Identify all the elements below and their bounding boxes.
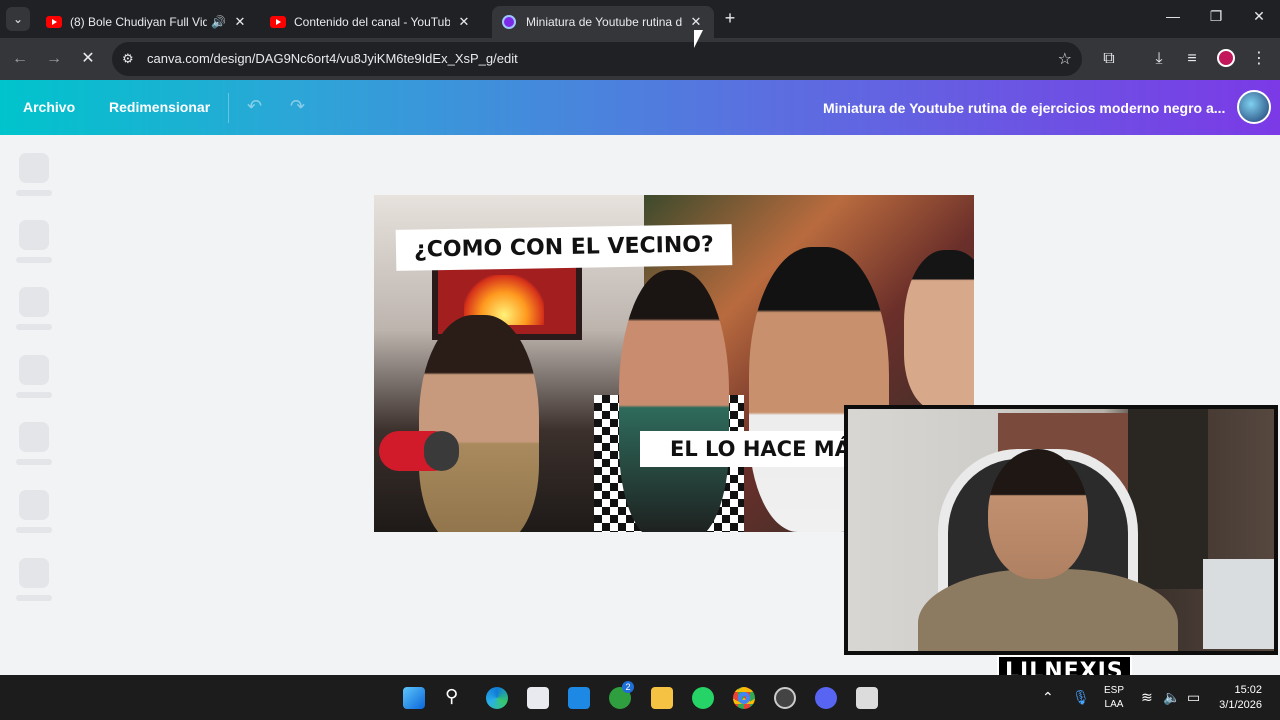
download-icon[interactable]: ⤓ <box>1147 48 1171 70</box>
windows-start-icon[interactable] <box>403 687 425 709</box>
youtube-icon <box>270 16 286 28</box>
canva-header: Archivo Redimensionar ↶ ↷ Miniatura de Y… <box>0 80 1280 135</box>
tab-strip: ⌄ (8) Bole Chudiyan Full Videc 🔊 ✕ Conte… <box>0 0 1280 38</box>
youtube-icon <box>46 16 62 28</box>
taskbar: ⚲ 2 ⌃ 🎙 ESP LAA ≋ 🔈 ▭ 15:02 3/1/2026 <box>0 675 1280 720</box>
menu-archivo[interactable]: Archivo <box>23 99 75 115</box>
sidebar-skeleton-icon <box>19 490 49 520</box>
mouse-cursor <box>694 30 703 48</box>
person-right-image <box>904 250 974 410</box>
sidebar-skeleton-label <box>16 595 52 601</box>
app-blue-icon[interactable] <box>568 687 590 709</box>
battery-icon[interactable]: ▭ <box>1187 689 1200 706</box>
header-divider <box>228 93 229 123</box>
url-text[interactable]: canva.com/design/DAG9Nc6ort4/vu8JyiKM6te… <box>147 51 518 66</box>
sidebar-skeleton-label <box>16 527 52 533</box>
microphone-icon[interactable]: 🎙 <box>1072 689 1090 706</box>
caption-top[interactable]: ¿COMO CON EL VECINO? <box>395 224 733 271</box>
redo-icon[interactable]: ↷ <box>290 96 305 117</box>
close-window-icon[interactable]: ✕ <box>1244 8 1274 25</box>
time-text: 15:02 <box>1234 684 1262 696</box>
address-bar[interactable]: ⚙ canva.com/design/DAG9Nc6ort4/vu8JyiKM6… <box>112 42 1082 76</box>
clock[interactable]: 15:02 3/1/2026 <box>1219 683 1262 713</box>
minimize-icon[interactable]: — <box>1158 8 1188 24</box>
design-title[interactable]: Miniatura de Youtube rutina de ejercicio… <box>823 100 1225 116</box>
media-control-icon[interactable]: ≡ <box>1180 48 1204 70</box>
tab-title: (8) Bole Chudiyan Full Videc <box>70 15 208 29</box>
user-avatar[interactable] <box>1237 90 1271 124</box>
sidebar-skeleton-label <box>16 459 52 465</box>
sidebar-skeleton-icon <box>19 153 49 183</box>
restore-icon[interactable]: ❐ <box>1201 8 1231 25</box>
edge-icon[interactable] <box>486 687 508 709</box>
forward-arrow-icon[interactable]: → <box>42 48 66 70</box>
extensions-icon[interactable]: ⧉ <box>1097 48 1121 70</box>
new-tab-button[interactable]: + <box>720 8 740 29</box>
sidebar-skeleton-label <box>16 392 52 398</box>
microphone-cap <box>424 431 459 471</box>
notification-badge: 2 <box>622 681 634 693</box>
bookmark-star-icon[interactable]: ☆ <box>1058 49 1072 69</box>
webcam-overlay <box>844 405 1278 655</box>
sidebar-skeleton-icon <box>19 558 49 588</box>
date-text: 3/1/2026 <box>1219 699 1262 711</box>
stop-loading-icon[interactable]: ✕ <box>76 48 100 70</box>
streamer-body <box>918 569 1178 651</box>
obs-icon[interactable] <box>774 687 796 709</box>
person-left-image <box>419 315 539 532</box>
speaker-icon[interactable]: 🔊 <box>211 15 226 29</box>
caption-bottom[interactable]: EL LO HACE MÁ <box>640 431 863 467</box>
search-icon[interactable]: ⚲ <box>445 686 458 707</box>
undo-icon[interactable]: ↶ <box>247 96 262 117</box>
tab-title: Miniatura de Youtube rutina de <box>526 15 682 29</box>
sidebar-skeleton-icon <box>19 287 49 317</box>
language-indicator[interactable]: ESP LAA <box>1100 684 1128 712</box>
tab-contenido-canal[interactable]: Contenido del canal - YouTube ✕ <box>260 6 482 38</box>
more-menu-icon[interactable]: ⋮ <box>1247 48 1271 70</box>
menu-redimensionar[interactable]: Redimensionar <box>109 99 210 115</box>
sidebar-skeleton-label <box>16 190 52 196</box>
tab-bole-chudiyan[interactable]: (8) Bole Chudiyan Full Videc 🔊 ✕ <box>36 6 258 38</box>
file-explorer-icon[interactable] <box>651 687 673 709</box>
discord-icon[interactable] <box>815 687 837 709</box>
sidebar-skeleton-icon <box>19 355 49 385</box>
close-icon[interactable]: ✕ <box>688 14 704 30</box>
profile-avatar[interactable] <box>1217 49 1235 67</box>
sidebar-skeleton-label <box>16 324 52 330</box>
sidebar-skeleton-label <box>16 257 52 263</box>
tab-canva-active[interactable]: Miniatura de Youtube rutina de ✕ <box>492 6 714 38</box>
tab-title: Contenido del canal - YouTube <box>294 15 450 29</box>
canva-icon <box>502 15 516 29</box>
store-icon[interactable] <box>527 687 549 709</box>
app-window-icon[interactable] <box>856 687 878 709</box>
tab-search-icon[interactable]: ⌄ <box>6 7 30 31</box>
chrome-icon[interactable] <box>733 687 755 709</box>
sidebar-skeleton-icon <box>19 422 49 452</box>
browser-toolbar: ← → ✕ ⚙ canva.com/design/DAG9Nc6ort4/vu8… <box>0 38 1280 80</box>
language-code: ESP <box>1103 685 1124 696</box>
person-woman-image <box>619 270 729 532</box>
back-arrow-icon[interactable]: ← <box>8 48 32 70</box>
close-icon[interactable]: ✕ <box>456 14 472 30</box>
close-icon[interactable]: ✕ <box>232 14 248 30</box>
streamer-head <box>988 449 1088 579</box>
wifi-icon[interactable]: ≋ <box>1141 689 1153 706</box>
whatsapp-icon[interactable] <box>692 687 714 709</box>
sidebar-skeleton-icon <box>19 220 49 250</box>
volume-icon[interactable]: 🔈 <box>1163 689 1180 706</box>
webcam-bed <box>1203 559 1274 649</box>
language-layout: LAA <box>1104 699 1124 710</box>
chevron-up-icon[interactable]: ⌃ <box>1042 689 1054 706</box>
webcam-wardrobe <box>1128 409 1208 589</box>
site-info-icon[interactable]: ⚙ <box>122 51 134 67</box>
